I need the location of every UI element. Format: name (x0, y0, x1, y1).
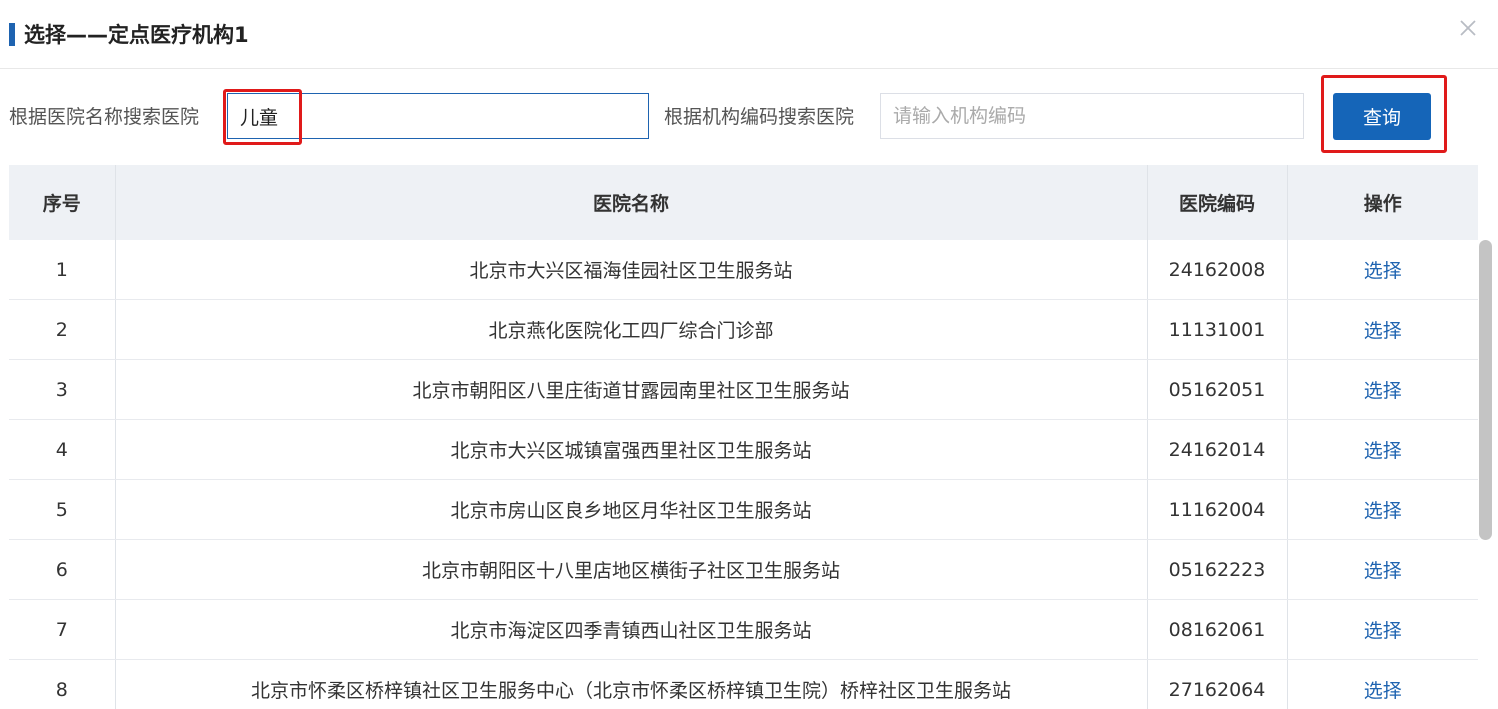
title-accent-bar (9, 23, 15, 46)
row-hospital-code: 05162051 (1147, 359, 1288, 420)
row-index: 1 (9, 240, 116, 300)
hospital-code-input[interactable] (880, 93, 1304, 139)
dialog-header: 选择——定点医疗机构1 (0, 0, 1498, 69)
column-header-index: 序号 (9, 165, 116, 240)
column-header-hospital-code: 医院编码 (1147, 165, 1288, 240)
row-hospital-code: 08162061 (1147, 599, 1288, 660)
row-hospital-name: 北京市怀柔区桥梓镇社区卫生服务中心（北京市怀柔区桥梓镇卫生院）桥梓社区卫生服务站 (115, 659, 1148, 709)
hospital-table: 序号 医院名称 医院编码 操作 1 北京市大兴区福海佳园社区卫生服务站 2416… (9, 165, 1478, 709)
row-hospital-name: 北京市朝阳区八里庄街道甘露园南里社区卫生服务站 (115, 359, 1148, 420)
row-index: 7 (9, 599, 116, 660)
row-hospital-code: 05162223 (1147, 539, 1288, 600)
select-hospital-dialog: 选择——定点医疗机构1 根据医院名称搜索医院 根据机构编码搜索医院 查询 序号 … (0, 0, 1498, 709)
row-hospital-code: 11131001 (1147, 299, 1288, 360)
row-index: 8 (9, 659, 116, 709)
dialog-title: 选择——定点医疗机构1 (24, 23, 249, 47)
hospital-name-search-label: 根据医院名称搜索医院 (9, 106, 200, 128)
column-header-action: 操作 (1287, 165, 1478, 240)
row-action-cell: 选择 (1287, 240, 1478, 300)
select-link[interactable]: 选择 (1364, 560, 1402, 582)
column-header-hospital-name: 医院名称 (115, 165, 1148, 240)
select-link[interactable]: 选择 (1364, 500, 1402, 522)
row-action-cell: 选择 (1287, 659, 1478, 709)
hospital-code-search-label: 根据机构编码搜索医院 (664, 106, 855, 128)
row-action-cell: 选择 (1287, 419, 1478, 480)
table-row: 3 北京市朝阳区八里庄街道甘露园南里社区卫生服务站 05162051 选择 (9, 359, 1478, 420)
select-link[interactable]: 选择 (1364, 260, 1402, 282)
table-row: 1 北京市大兴区福海佳园社区卫生服务站 24162008 选择 (9, 240, 1478, 300)
row-action-cell: 选择 (1287, 539, 1478, 600)
select-link[interactable]: 选择 (1364, 320, 1402, 342)
row-action-cell: 选择 (1287, 359, 1478, 420)
row-action-cell: 选择 (1287, 299, 1478, 360)
row-index: 2 (9, 299, 116, 360)
row-index: 6 (9, 539, 116, 600)
row-hospital-code: 24162014 (1147, 419, 1288, 480)
row-hospital-code: 11162004 (1147, 479, 1288, 540)
row-hospital-name: 北京市朝阳区十八里店地区横街子社区卫生服务站 (115, 539, 1148, 600)
row-hospital-name: 北京市房山区良乡地区月华社区卫生服务站 (115, 479, 1148, 540)
row-index: 4 (9, 419, 116, 480)
hospital-name-input[interactable] (227, 93, 649, 139)
table-row: 8 北京市怀柔区桥梓镇社区卫生服务中心（北京市怀柔区桥梓镇卫生院）桥梓社区卫生服… (9, 659, 1478, 709)
row-action-cell: 选择 (1287, 479, 1478, 540)
table-row: 4 北京市大兴区城镇富强西里社区卫生服务站 24162014 选择 (9, 419, 1478, 480)
table-row: 7 北京市海淀区四季青镇西山社区卫生服务站 08162061 选择 (9, 599, 1478, 660)
table-row: 5 北京市房山区良乡地区月华社区卫生服务站 11162004 选择 (9, 479, 1478, 540)
row-index: 5 (9, 479, 116, 540)
table-row: 2 北京燕化医院化工四厂综合门诊部 11131001 选择 (9, 299, 1478, 360)
query-button[interactable]: 查询 (1333, 93, 1431, 140)
select-link[interactable]: 选择 (1364, 680, 1402, 702)
row-hospital-code: 24162008 (1147, 240, 1288, 300)
row-action-cell: 选择 (1287, 599, 1478, 660)
table-scrollbar-thumb[interactable] (1479, 240, 1492, 540)
row-hospital-name: 北京市海淀区四季青镇西山社区卫生服务站 (115, 599, 1148, 660)
row-hospital-name: 北京市大兴区福海佳园社区卫生服务站 (115, 240, 1148, 300)
row-index: 3 (9, 359, 116, 420)
select-link[interactable]: 选择 (1364, 380, 1402, 402)
table-header-row: 序号 医院名称 医院编码 操作 (9, 165, 1478, 240)
table-row: 6 北京市朝阳区十八里店地区横街子社区卫生服务站 05162223 选择 (9, 539, 1478, 600)
select-link[interactable]: 选择 (1364, 440, 1402, 462)
close-icon[interactable] (1456, 16, 1480, 40)
row-hospital-name: 北京市大兴区城镇富强西里社区卫生服务站 (115, 419, 1148, 480)
row-hospital-name: 北京燕化医院化工四厂综合门诊部 (115, 299, 1148, 360)
hospital-table-container: 序号 医院名称 医院编码 操作 1 北京市大兴区福海佳园社区卫生服务站 2416… (9, 165, 1478, 709)
select-link[interactable]: 选择 (1364, 620, 1402, 642)
row-hospital-code: 27162064 (1147, 659, 1288, 709)
